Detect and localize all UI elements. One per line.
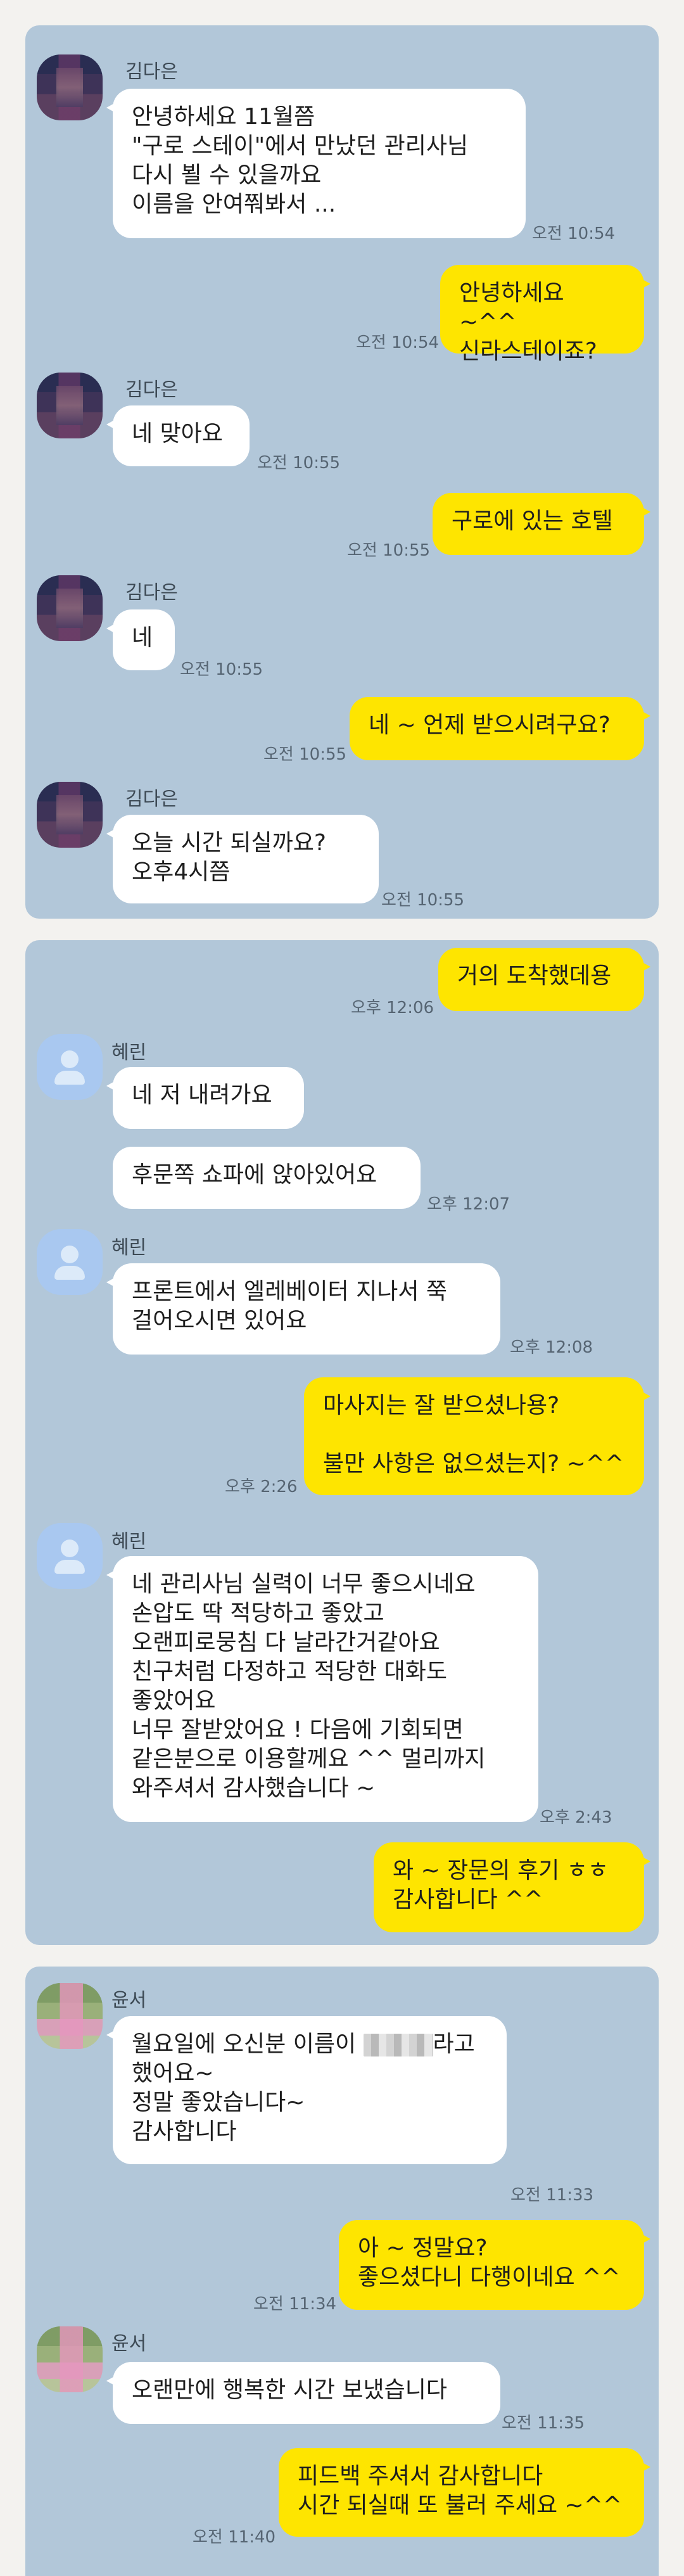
message-bubble-incoming[interactable]: 네 관리사님 실력이 너무 좋으시네요 손압도 딱 적당하고 좋았고 오랜피로뭉… — [106, 1556, 538, 1822]
message-bubble-outgoing[interactable]: 마사지는 잘 받으셨나용? 불만 사항은 없으셨는지? ~^^ — [304, 1377, 650, 1495]
message-time: 오전 10:54 — [356, 333, 440, 352]
sender-name: 김다은 — [125, 61, 178, 83]
chat-screenshot-2: 오후 12:06 거의 도착했데용 혜린 네 저 내려가요 후문쪽 쇼파에 앉아… — [25, 940, 659, 1945]
message-time: 오전 11:35 — [502, 2414, 585, 2433]
message-bubble-outgoing[interactable]: 구로에 있는 호텔 — [433, 493, 650, 555]
avatar-hyerin[interactable] — [37, 1523, 103, 1589]
sender-name: 김다은 — [125, 379, 178, 401]
message-bubble-outgoing[interactable]: 아 ~ 정말요? 좋으셨다니 다행이네요 ^^ — [339, 2220, 650, 2310]
message-bubble-outgoing[interactable]: 네 ~ 언제 받으시려구요? — [350, 697, 650, 760]
message-time: 오전 10:55 — [180, 660, 263, 679]
avatar-kim-daeun[interactable] — [37, 373, 103, 438]
message-bubble-incoming[interactable]: 네 저 내려가요 — [106, 1067, 304, 1129]
message-time: 오후 12:06 — [351, 998, 434, 1017]
sender-name: 김다은 — [125, 788, 178, 810]
avatar-kim-daeun[interactable] — [37, 54, 103, 120]
avatar-kim-daeun[interactable] — [37, 575, 103, 641]
message-time: 오전 10:54 — [532, 224, 616, 243]
message-time: 오전 10:55 — [257, 454, 341, 473]
message-bubble-outgoing[interactable]: 거의 도착했데용 — [438, 948, 650, 1011]
avatar-hyerin[interactable] — [37, 1034, 103, 1100]
message-bubble-incoming[interactable]: 네 맞아요 — [106, 405, 250, 466]
message-time: 오전 10:55 — [381, 891, 465, 910]
message-time: 오전 11:40 — [193, 2528, 276, 2547]
message-time: 오후 2:43 — [540, 1808, 612, 1827]
sender-name: 윤서 — [111, 1989, 147, 2012]
message-text: 월요일에 오신분 이름이 — [132, 2031, 364, 2057]
message-bubble-incoming[interactable]: 오랜만에 행복한 시간 보냈습니다 — [106, 2362, 500, 2424]
redacted-name — [363, 2034, 433, 2056]
message-bubble-outgoing[interactable]: 피드백 주셔서 감사합니다 시간 되실때 또 불러 주세요 ~^^ — [279, 2448, 650, 2537]
message-time: 오후 12:07 — [427, 1195, 510, 1214]
sender-name: 혜린 — [111, 1042, 147, 1064]
message-bubble-outgoing[interactable]: 와 ~ 장문의 후기 ㅎㅎ 감사합니다 ^^ — [374, 1842, 650, 1932]
message-time: 오전 10:55 — [347, 541, 431, 560]
message-time: 오후 12:08 — [510, 1338, 593, 1357]
message-bubble-incoming[interactable]: 월요일에 오신분 이름이 라고 했어요~ 정말 좋았습니다~ 감사합니다 — [106, 2016, 507, 2164]
message-bubble-incoming[interactable]: 안녕하세요 11월쯤 "구로 스테이"에서 만났던 관리사님 다시 뵐 수 있을… — [106, 89, 526, 238]
message-bubble-outgoing[interactable]: 안녕하세요 ~^^ 신라스테이죠? — [440, 265, 650, 364]
message-time: 오전 10:55 — [263, 745, 347, 764]
avatar-hyerin[interactable] — [37, 1229, 103, 1295]
message-time: 오전 11:34 — [253, 2295, 337, 2314]
sender-name: 혜린 — [111, 1237, 147, 1259]
message-bubble-incoming[interactable]: 후문쪽 쇼파에 앉아있어요 — [113, 1147, 421, 1209]
sender-name: 김다은 — [125, 582, 178, 604]
avatar-yunseo[interactable] — [37, 1983, 103, 2049]
message-bubble-incoming[interactable]: 오늘 시간 되실까요? 오후4시쯤 — [106, 815, 379, 903]
chat-screenshot-1: 김다은 안녕하세요 11월쯤 "구로 스테이"에서 만났던 관리사님 다시 뵐 … — [25, 25, 659, 919]
avatar-kim-daeun[interactable] — [37, 782, 103, 848]
message-bubble-incoming[interactable]: 네 — [106, 609, 175, 670]
avatar-yunseo[interactable] — [37, 2326, 103, 2392]
message-bubble-incoming[interactable]: 프론트에서 엘레베이터 지나서 쭉 걸어오시면 있어요 — [106, 1263, 500, 1355]
sender-name: 혜린 — [111, 1531, 147, 1553]
message-time: 오후 2:26 — [225, 1477, 298, 1496]
sender-name: 윤서 — [111, 2333, 147, 2355]
chat-screenshot-3: 윤서 월요일에 오신분 이름이 라고 했어요~ 정말 좋았습니다~ 감사합니다 … — [25, 1967, 659, 2576]
message-time: 오전 11:33 — [510, 2186, 594, 2205]
